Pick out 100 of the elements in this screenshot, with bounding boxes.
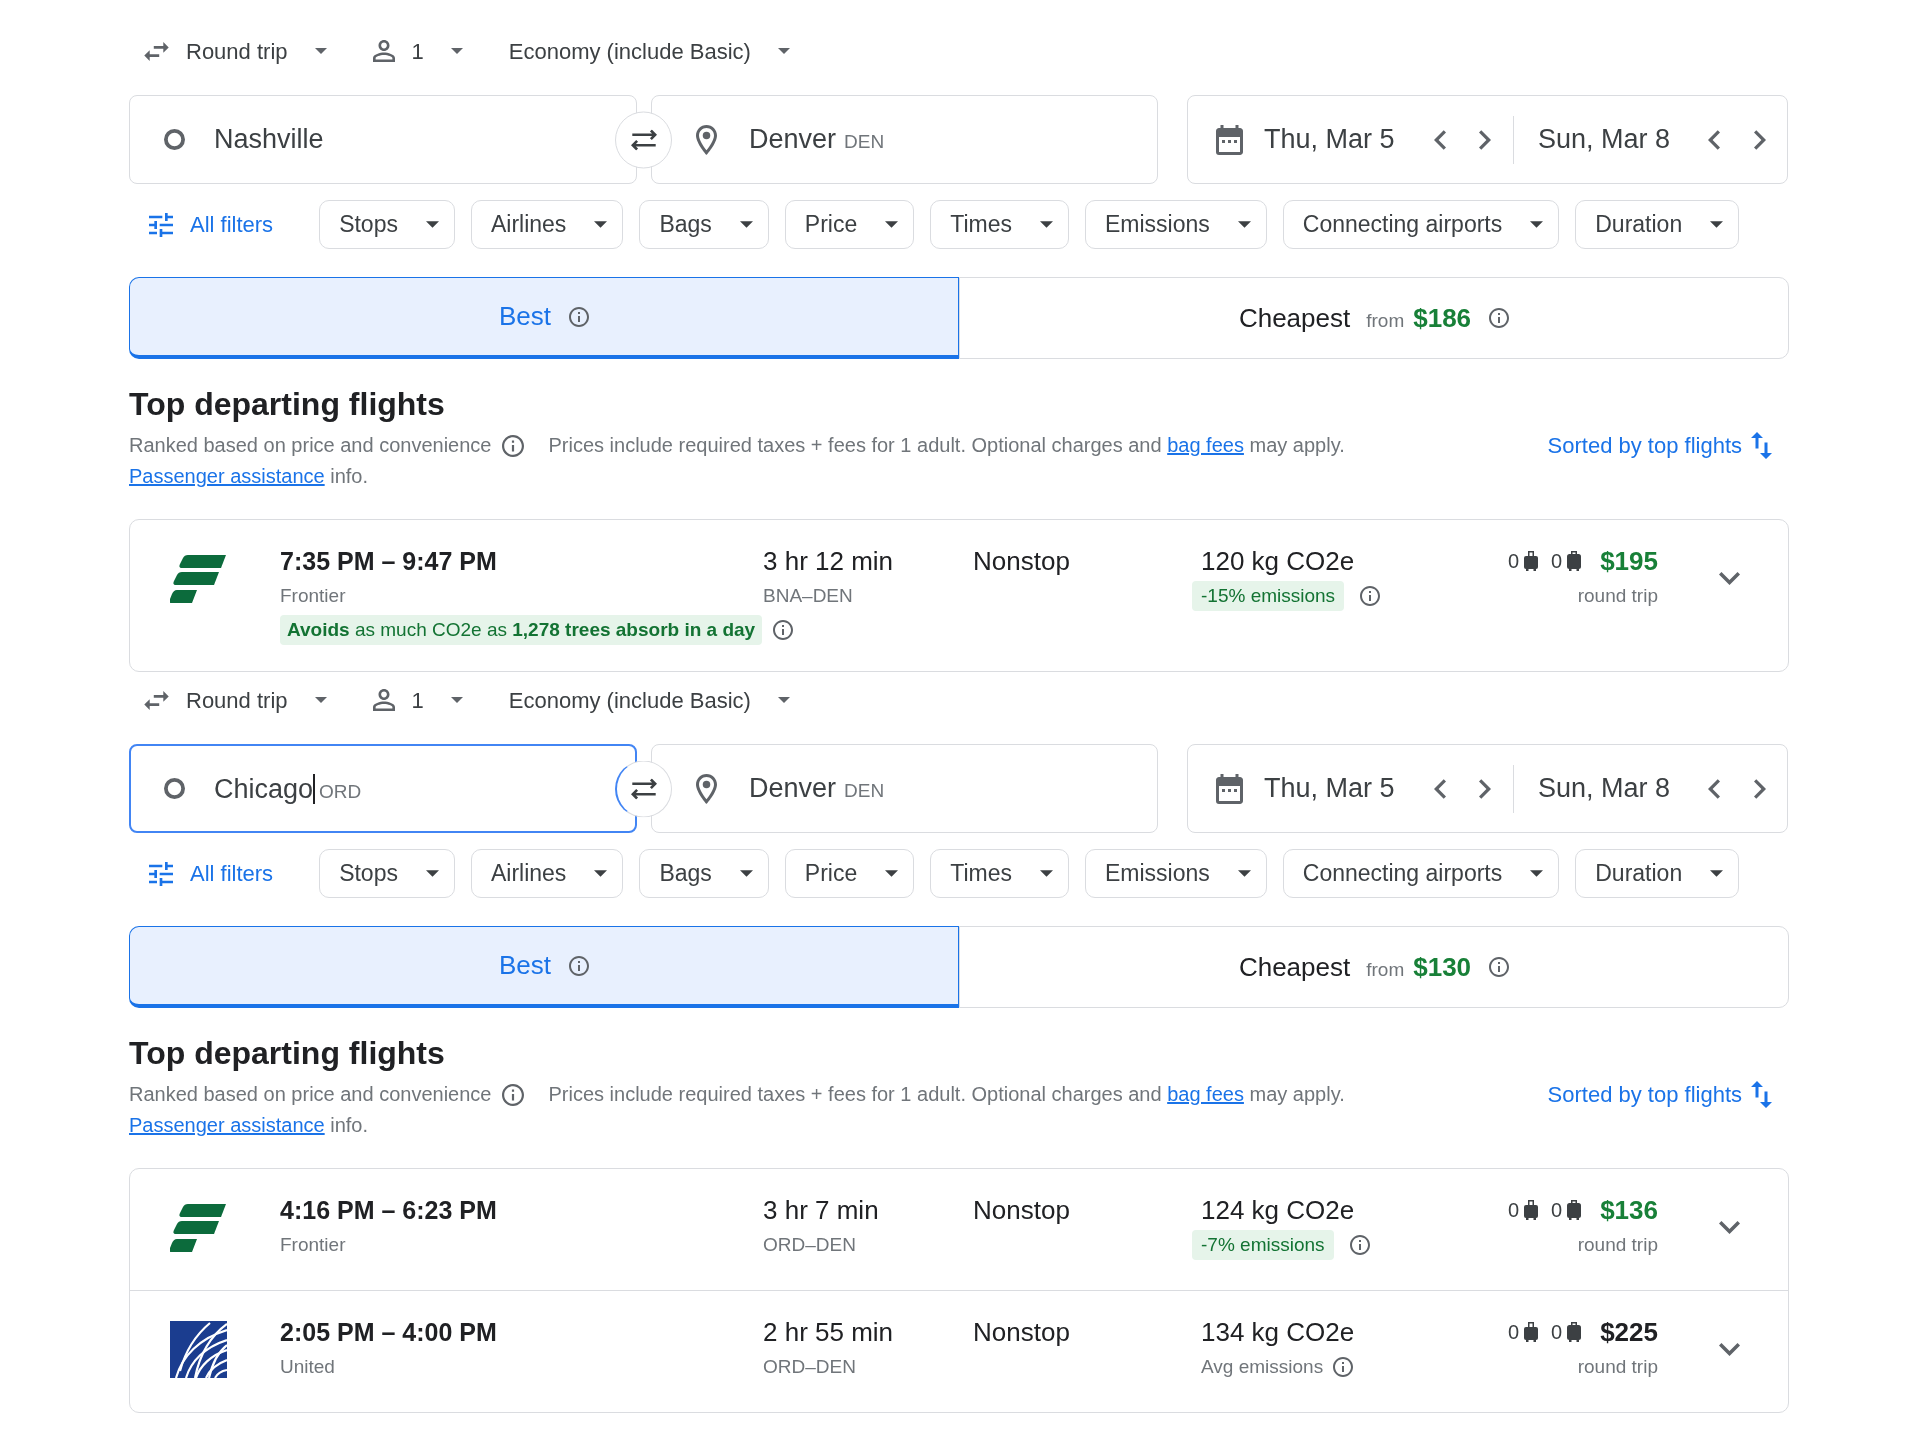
sort-tab[interactable]: Cheapest from $130	[959, 926, 1789, 1008]
all-filters-button[interactable]: All filters	[129, 200, 294, 249]
eco-note: Avoids as much CO2e as 1,278 trees absorb in a day	[280, 615, 763, 645]
filter-dropdown[interactable]: Connecting airports	[1282, 200, 1560, 249]
filter-dropdown[interactable]: Times	[930, 200, 1069, 249]
filter-dropdown[interactable]: Airlines	[470, 849, 624, 898]
swap-arrows-icon	[631, 778, 657, 799]
bag-fees-link[interactable]: bag fees	[1167, 1083, 1244, 1105]
origin-field[interactable]: Nashville	[129, 95, 637, 184]
trip-type-dropdown[interactable]: Round trip	[132, 680, 339, 720]
filter-dropdown[interactable]: Stops	[319, 849, 455, 898]
assistance-note: Passenger assistance info.	[129, 464, 369, 489]
airline-logo	[170, 1203, 226, 1252]
info-icon	[569, 955, 589, 976]
chevron-left-icon[interactable]	[1434, 778, 1446, 799]
airline-name: Frontier	[280, 584, 346, 608]
chevron-left-icon[interactable]	[1708, 129, 1720, 150]
filter-dropdown[interactable]: Duration	[1575, 849, 1740, 898]
filter-dropdown[interactable]: Price	[784, 849, 915, 898]
caret-down-icon	[314, 48, 327, 54]
caret-down-icon	[594, 870, 608, 877]
chevron-down-icon[interactable]	[1719, 1221, 1740, 1234]
sort-tab[interactable]: Best	[129, 926, 959, 1008]
chevron-right-icon[interactable]	[1754, 129, 1766, 150]
carry-on-bag-icon	[1524, 1200, 1539, 1220]
caret-down-icon	[739, 221, 753, 228]
info-icon[interactable]	[1333, 1357, 1354, 1377]
info-icon[interactable]	[773, 620, 794, 640]
filter-dropdown[interactable]: Bags	[639, 200, 769, 249]
info-icon	[1489, 308, 1510, 328]
info-icon[interactable]	[1360, 586, 1381, 606]
filter-dropdown[interactable]: Times	[930, 849, 1069, 898]
filter-dropdown[interactable]: Emissions	[1085, 849, 1267, 898]
bag-fees-link[interactable]: bag fees	[1167, 434, 1244, 456]
chevron-right-icon[interactable]	[1754, 778, 1766, 799]
filter-dropdown[interactable]: Emissions	[1085, 200, 1267, 249]
date-range-field[interactable]: Thu, Mar 5 Sun, Mar 8	[1187, 95, 1788, 184]
chevron-left-icon[interactable]	[1434, 129, 1446, 150]
origin-field[interactable]: Chicago ORD	[129, 744, 637, 833]
price-type: round trip	[1577, 1233, 1658, 1257]
departure-times: 4:16 PM – 6:23 PM	[280, 1195, 497, 1225]
sort-button[interactable]: Sorted by top flights	[1547, 430, 1772, 461]
sort-tab[interactable]: Cheapest from $186	[959, 277, 1789, 359]
chevron-left-icon[interactable]	[1708, 778, 1720, 799]
airline-logo	[170, 554, 226, 603]
airline-name: Frontier	[280, 1233, 346, 1257]
info-icon[interactable]	[502, 434, 525, 457]
caret-down-icon	[739, 870, 753, 877]
stops-label: Nonstop	[973, 1317, 1070, 1347]
carry-on-bag-count: 0	[1507, 1320, 1520, 1345]
return-date[interactable]: Sun, Mar 8	[1538, 119, 1693, 160]
calendar-icon	[1216, 124, 1243, 155]
info-icon[interactable]	[502, 1083, 525, 1106]
chevron-down-icon[interactable]	[1719, 572, 1740, 585]
caret-down-icon	[777, 48, 790, 54]
sort-tab[interactable]: Best	[129, 277, 959, 359]
chevron-down-icon[interactable]	[1719, 1343, 1740, 1356]
text-cursor	[313, 773, 316, 804]
filter-dropdown[interactable]: Airlines	[470, 200, 624, 249]
filter-dropdown[interactable]: Stops	[319, 200, 455, 249]
return-date[interactable]: Sun, Mar 8	[1538, 768, 1693, 809]
cabin-class-dropdown[interactable]: Economy (include Basic)	[496, 31, 802, 71]
filter-dropdown[interactable]: Bags	[639, 849, 769, 898]
departure-date[interactable]: Thu, Mar 5	[1264, 768, 1419, 809]
date-range-field[interactable]: Thu, Mar 5 Sun, Mar 8	[1187, 744, 1788, 833]
caret-down-icon	[450, 697, 463, 703]
location-pin-icon	[696, 773, 717, 804]
emissions-amount: 134 kg CO2e	[1201, 1317, 1355, 1347]
chevron-right-icon[interactable]	[1479, 778, 1491, 799]
route-codes: ORD–DEN	[763, 1355, 856, 1379]
caret-down-icon	[1530, 221, 1544, 228]
carry-on-bag-count: 0	[1507, 549, 1520, 574]
suitcase-icon	[1567, 551, 1582, 571]
destination-field[interactable]: Denver DEN	[651, 95, 1158, 184]
person-icon	[372, 689, 395, 711]
caret-down-icon	[1710, 870, 1724, 877]
cabin-class-dropdown[interactable]: Economy (include Basic)	[496, 680, 802, 720]
filter-dropdown[interactable]: Connecting airports	[1282, 849, 1560, 898]
departure-date[interactable]: Thu, Mar 5	[1264, 119, 1419, 160]
all-filters-button[interactable]: All filters	[129, 849, 294, 898]
chevron-right-icon[interactable]	[1479, 129, 1491, 150]
info-icon[interactable]	[1349, 1235, 1370, 1255]
filter-dropdown[interactable]: Duration	[1575, 200, 1740, 249]
emissions-amount: 120 kg CO2e	[1201, 546, 1355, 576]
flight-duration: 3 hr 7 min	[763, 1195, 879, 1225]
caret-down-icon	[594, 221, 608, 228]
destination-field[interactable]: Denver DEN	[651, 744, 1158, 833]
airport-code: DEN	[844, 130, 885, 155]
flight-duration: 3 hr 12 min	[763, 546, 894, 576]
ring-icon	[164, 129, 185, 150]
passenger-dropdown[interactable]: 1	[360, 680, 475, 720]
passenger-dropdown[interactable]: 1	[360, 31, 475, 71]
trip-type-dropdown[interactable]: Round trip	[132, 31, 339, 71]
passenger-assistance-link[interactable]: Passenger assistance	[129, 465, 325, 487]
passenger-assistance-link[interactable]: Passenger assistance	[129, 1114, 325, 1136]
swap-arrows-icon	[144, 690, 169, 710]
sort-button[interactable]: Sorted by top flights	[1547, 1079, 1772, 1110]
filter-dropdown[interactable]: Price	[784, 200, 915, 249]
suitcase-icon	[1567, 1322, 1582, 1342]
ring-icon	[164, 778, 185, 799]
